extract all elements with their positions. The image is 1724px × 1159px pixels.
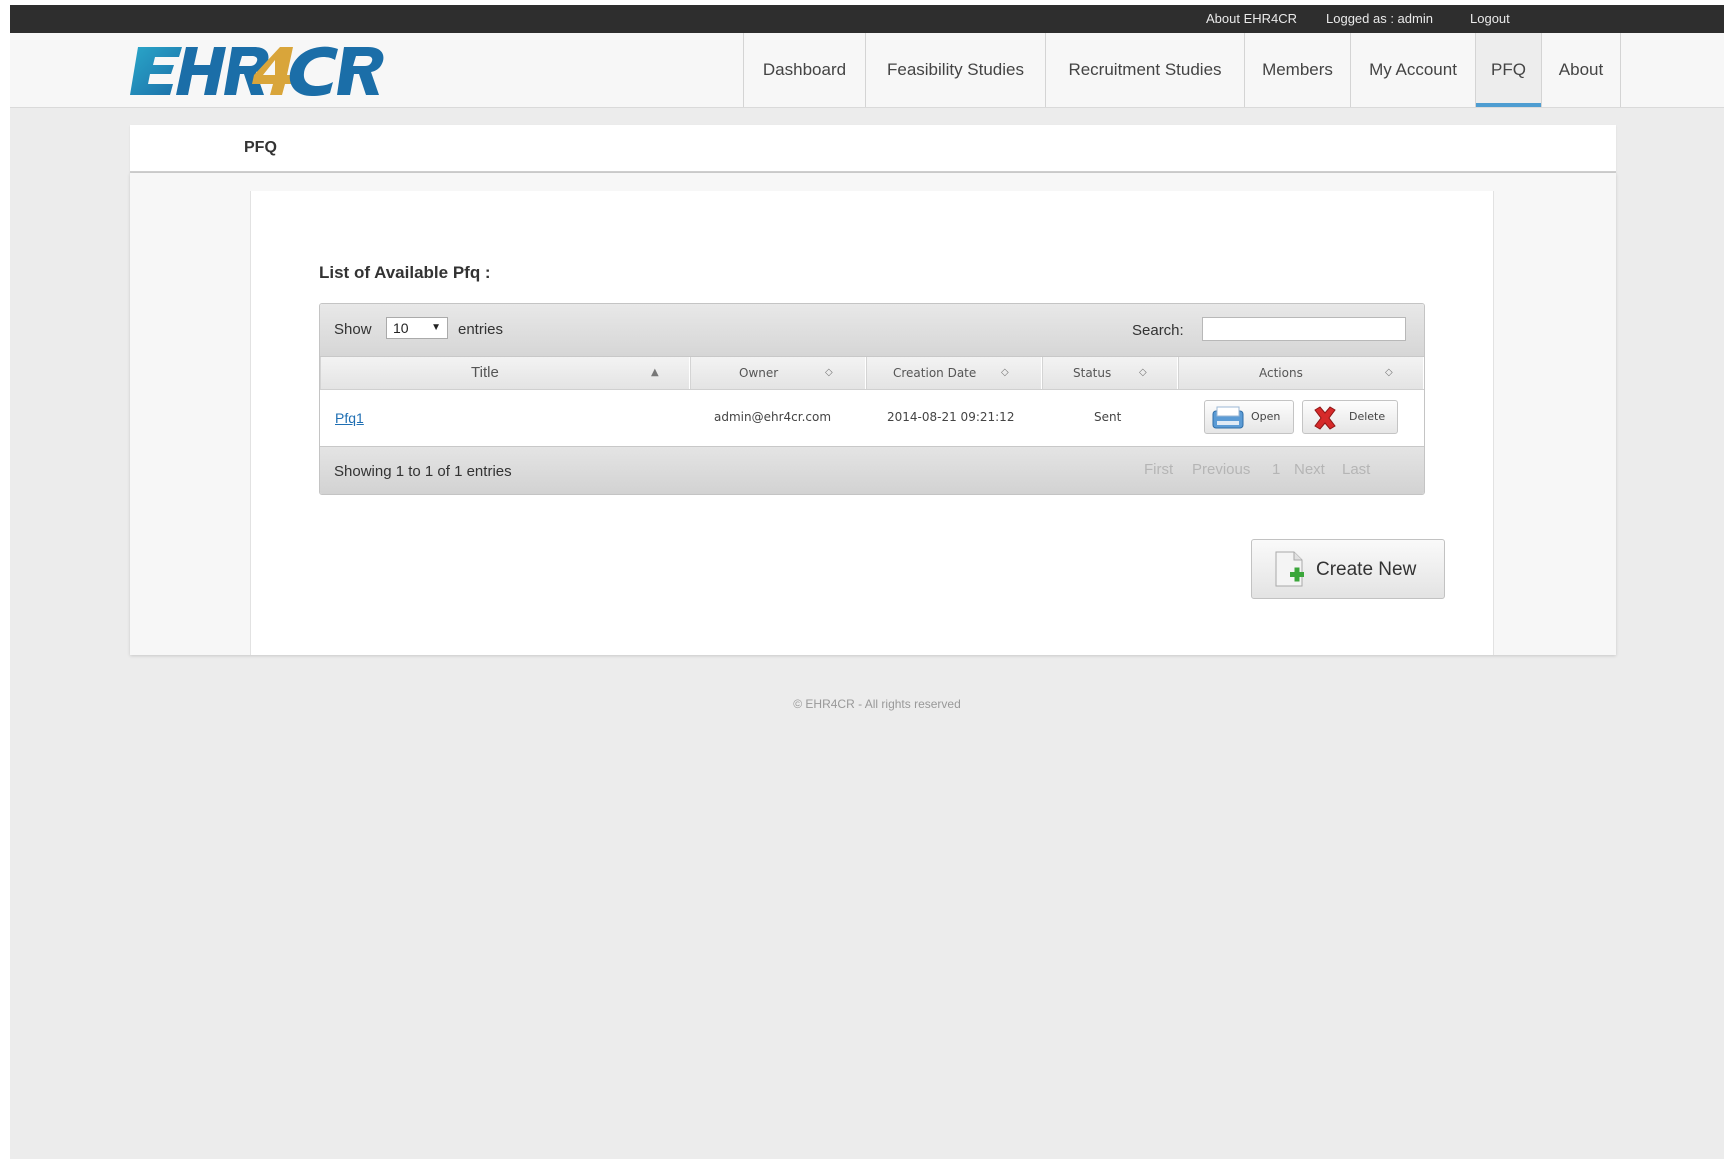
- pagination-first[interactable]: First: [1144, 461, 1173, 478]
- open-label: Open: [1251, 410, 1281, 423]
- table-header-row: Title ▲ Owner ◇ Creation Date ◇ Status ◇: [320, 357, 1424, 390]
- create-new-label: Create New: [1316, 559, 1417, 580]
- show-label: Show: [334, 321, 372, 338]
- logged-as-label: Logged as : admin: [1326, 11, 1433, 26]
- column-header-status[interactable]: Status ◇: [1042, 357, 1178, 389]
- ehr4cr-logo-image: [130, 46, 384, 96]
- status-cell: Sent: [1094, 410, 1122, 424]
- create-document-icon: [1275, 551, 1304, 587]
- nav-dashboard[interactable]: Dashboard: [744, 33, 866, 107]
- top-bar: About EHR4CR Logged as : admin Logout: [10, 5, 1724, 33]
- create-new-button[interactable]: Create New: [1251, 539, 1445, 599]
- table-row: Pfq1 admin@ehr4cr.com 2014-08-21 09:21:1…: [320, 390, 1424, 446]
- list-title: List of Available Pfq :: [319, 263, 491, 282]
- about-ehr4cr-link[interactable]: About EHR4CR: [1206, 11, 1297, 26]
- entries-length-select[interactable]: 10 ▼: [386, 317, 448, 339]
- column-header-title[interactable]: Title ▲: [320, 357, 690, 389]
- content-panel: List of Available Pfq : Show 10 ▼ entrie…: [250, 191, 1494, 655]
- nav-about[interactable]: About: [1542, 33, 1621, 107]
- footer-copyright: © EHR4CR - All rights reserved: [793, 697, 961, 711]
- sort-both-icon: ◇: [1385, 367, 1393, 378]
- table-toolbar: Show 10 ▼ entries Search:: [320, 304, 1424, 357]
- page-title-bar: PFQ: [130, 125, 1616, 173]
- pagination-previous[interactable]: Previous: [1192, 461, 1250, 478]
- owner-cell: admin@ehr4cr.com: [714, 410, 832, 424]
- column-owner-label: Owner: [739, 366, 779, 380]
- logout-link[interactable]: Logout: [1470, 11, 1510, 26]
- search-input[interactable]: [1202, 317, 1406, 341]
- ehr4cr-logo[interactable]: [130, 43, 410, 99]
- pagination-page-1[interactable]: 1: [1272, 461, 1280, 478]
- sort-both-icon: ◇: [1001, 367, 1009, 378]
- dropdown-arrow-icon: ▼: [431, 322, 441, 333]
- column-title-label: Title: [471, 364, 499, 381]
- delete-icon: [1314, 406, 1336, 430]
- page: About EHR4CR Logged as : admin Logout Da…: [10, 5, 1724, 1159]
- delete-label: Delete: [1349, 410, 1386, 423]
- column-header-owner[interactable]: Owner ◇: [690, 357, 866, 389]
- nav-recruitment-studies[interactable]: Recruitment Studies: [1046, 33, 1245, 107]
- column-creation-date-label: Creation Date: [893, 366, 977, 380]
- table-footer: Showing 1 to 1 of 1 entries First Previo…: [320, 446, 1424, 494]
- sort-asc-icon: ▲: [651, 367, 659, 378]
- nav-members[interactable]: Members: [1245, 33, 1351, 107]
- delete-button[interactable]: Delete: [1302, 400, 1398, 434]
- column-status-label: Status: [1073, 366, 1112, 380]
- page-title: PFQ: [244, 139, 277, 156]
- column-actions-label: Actions: [1259, 366, 1303, 380]
- nav-feasibility-studies[interactable]: Feasibility Studies: [866, 33, 1046, 107]
- pagination-next[interactable]: Next: [1294, 461, 1325, 478]
- pfq-table: Show 10 ▼ entries Search: Title ▲ Owner …: [319, 303, 1425, 495]
- nav-pfq[interactable]: PFQ: [1476, 33, 1542, 107]
- sort-both-icon: ◇: [1139, 367, 1147, 378]
- entries-length-value: 10: [393, 320, 409, 336]
- column-header-actions[interactable]: Actions ◇: [1178, 357, 1424, 389]
- nav-my-account[interactable]: My Account: [1351, 33, 1476, 107]
- entries-label: entries: [458, 321, 504, 338]
- column-header-creation-date[interactable]: Creation Date ◇: [866, 357, 1042, 389]
- pfq-title-link[interactable]: Pfq1: [335, 410, 364, 426]
- content-card: List of Available Pfq : Show 10 ▼ entrie…: [130, 173, 1616, 655]
- table-info: Showing 1 to 1 of 1 entries: [334, 463, 512, 480]
- search-label: Search:: [1132, 322, 1184, 339]
- sort-both-icon: ◇: [825, 367, 833, 378]
- header: Dashboard Feasibility Studies Recruitmen…: [10, 33, 1724, 108]
- pagination-last[interactable]: Last: [1342, 461, 1370, 478]
- creation-date-cell: 2014-08-21 09:21:12: [887, 410, 1015, 424]
- open-button[interactable]: Open: [1204, 400, 1294, 434]
- open-icon: [1212, 406, 1244, 429]
- main-nav: Dashboard Feasibility Studies Recruitmen…: [743, 33, 1621, 107]
